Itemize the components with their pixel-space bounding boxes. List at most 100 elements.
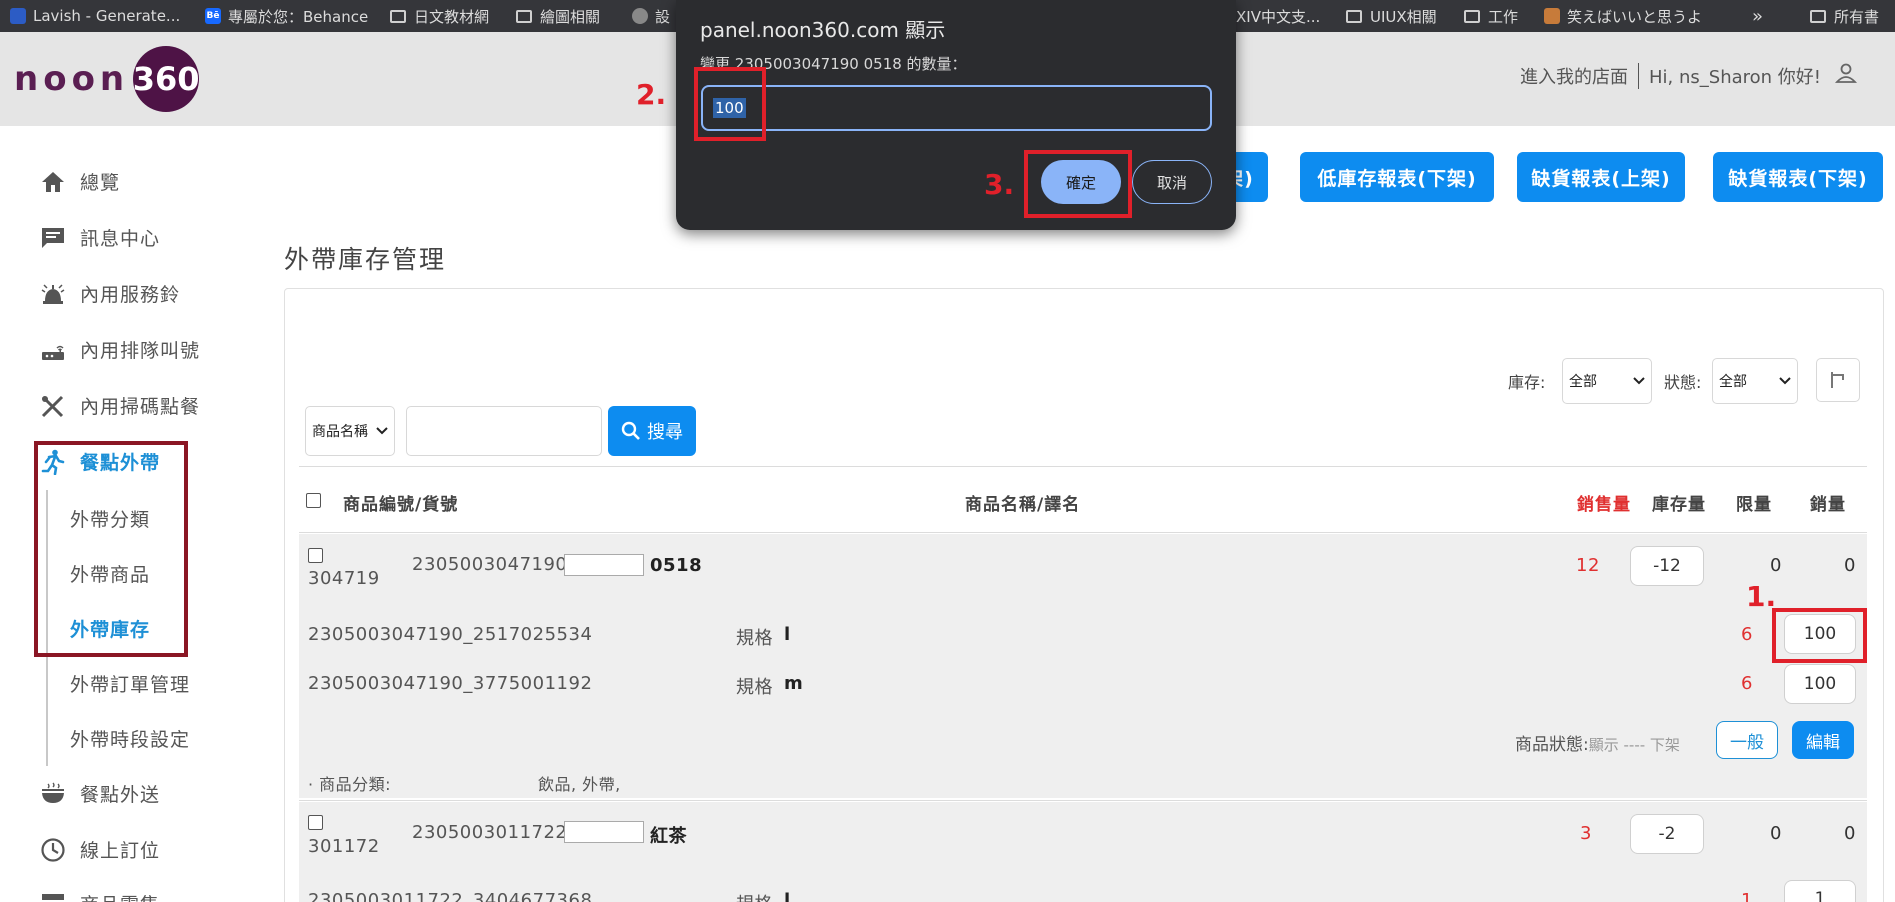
- bookmark-folder-work[interactable]: 工作: [1454, 0, 1532, 32]
- row-checkbox[interactable]: [308, 548, 323, 563]
- variant-stock-input[interactable]: 100: [1784, 664, 1856, 704]
- bookmark-folder-uiux[interactable]: UIUX相關: [1336, 0, 1451, 32]
- product-id: 301172: [308, 836, 380, 857]
- sidebar-sub-takeout-orders[interactable]: 外帶訂單管理: [70, 670, 190, 697]
- variant-spec-label: 規格: [736, 628, 773, 649]
- search-icon: [621, 421, 640, 440]
- bookmark-smile[interactable]: 笑えばいいと思うよ: [1534, 0, 1716, 32]
- out-of-stock-report-onshelf-button[interactable]: 缺貨報表(上架): [1517, 152, 1685, 202]
- lavish-icon: [10, 8, 26, 24]
- annotation-2: 2.: [636, 78, 667, 111]
- bookmark-folder-japanese[interactable]: 日文教材網: [380, 0, 503, 32]
- product-image: [564, 554, 644, 576]
- folder-icon: [1810, 9, 1826, 23]
- product-sku: 2305003047190: [412, 554, 568, 575]
- col-header-name: 商品名稱/譯名: [965, 495, 1081, 515]
- col-header-limit: 限量: [1736, 495, 1772, 515]
- product-name: 0518: [650, 555, 703, 576]
- store-icon: [42, 893, 64, 900]
- variant-spec: l: [784, 890, 791, 902]
- status-normal-button[interactable]: 一般: [1716, 721, 1778, 759]
- variant-sku: 2305003047190_3775001192: [308, 673, 593, 694]
- column-settings-button[interactable]: [1816, 358, 1860, 402]
- sidebar-item-messages[interactable]: 訊息中心: [40, 224, 160, 251]
- dialog-title: panel.noon360.com 顯示: [700, 18, 946, 42]
- edit-button[interactable]: 編輯: [1792, 721, 1854, 759]
- category-label: · 商品分類:: [308, 775, 392, 794]
- variant-sku: 2305003047190_2517025534: [308, 624, 593, 645]
- logo[interactable]: noon 360: [14, 46, 200, 112]
- home-icon: [42, 171, 64, 192]
- bookmarks-overflow-button[interactable]: »: [1742, 0, 1777, 32]
- dialog-cancel-button[interactable]: 取消: [1132, 160, 1212, 204]
- product-stock-input[interactable]: -12: [1630, 546, 1704, 586]
- bookmark-behance[interactable]: Bē 專屬於您：Behance: [195, 0, 382, 32]
- folder-icon: [516, 9, 532, 23]
- product-sku: 2305003011722: [412, 822, 568, 843]
- category-value: 飲品, 外帶,: [538, 775, 621, 794]
- behance-icon: Bē: [205, 8, 221, 24]
- select-all-checkbox[interactable]: [306, 493, 321, 508]
- sidebar-item-reservation[interactable]: 線上訂位: [40, 836, 160, 863]
- logo-number: 360: [133, 46, 200, 112]
- folder-icon: [1464, 9, 1480, 23]
- divider: [1638, 62, 1639, 89]
- sidebar-item-retail[interactable]: 商品零售: [40, 890, 160, 902]
- folder-icon: [390, 9, 406, 23]
- bookmark-lavish[interactable]: Lavish - Generate...: [0, 0, 194, 32]
- product-image: [564, 821, 644, 843]
- variant-sales: 6: [1741, 673, 1753, 694]
- utensils-icon: [41, 395, 64, 417]
- user-icon[interactable]: [1834, 62, 1858, 89]
- sidebar-sub-takeout-timeslots[interactable]: 外帶時段設定: [70, 725, 190, 752]
- emoji-icon: [1544, 8, 1560, 24]
- search-input[interactable]: [406, 406, 602, 456]
- product-status: 商品狀態:顯示 ---- 下架: [1515, 735, 1680, 755]
- col-header-sales: 銷售量: [1577, 495, 1631, 515]
- sidebar-item-queue[interactable]: 內用排隊叫號: [40, 336, 200, 363]
- clock-icon: [41, 837, 65, 862]
- product-stock-input[interactable]: -2: [1630, 814, 1704, 854]
- row-checkbox[interactable]: [308, 815, 323, 830]
- out-of-stock-report-offshelf-button[interactable]: 缺貨報表(下架): [1713, 152, 1883, 202]
- variant-stock-input[interactable]: 1: [1784, 880, 1856, 902]
- sidebar-highlight-box: [34, 441, 188, 657]
- stock-filter-select[interactable]: 全部: [1562, 358, 1652, 404]
- sidebar-item-overview[interactable]: 總覽: [40, 168, 120, 195]
- variant-spec-label: 規格: [736, 677, 773, 698]
- chevron-down-icon: [1779, 377, 1791, 385]
- product-sold: 0: [1844, 823, 1856, 844]
- search-button[interactable]: 搜尋: [608, 406, 696, 456]
- product-id: 304719: [308, 568, 380, 589]
- product-limit: 0: [1770, 555, 1782, 576]
- bookmark-xiv[interactable]: XIV中文支...: [1226, 0, 1334, 32]
- status-filter-select[interactable]: 全部: [1712, 358, 1798, 404]
- product-sold: 0: [1844, 555, 1856, 576]
- sidebar-item-qr-order[interactable]: 內用掃碼點餐: [40, 392, 200, 419]
- variant-spec: l: [784, 624, 791, 645]
- user-greeting: Hi, ns_Sharon 你好!: [1649, 66, 1821, 88]
- bookmark-design[interactable]: 設: [622, 0, 684, 32]
- annotation-box-1: [1772, 608, 1867, 663]
- chevron-down-icon: [1633, 377, 1645, 385]
- divider: [299, 532, 1867, 533]
- sidebar-item-delivery[interactable]: 餐點外送: [40, 780, 160, 807]
- annotation-3: 3.: [984, 168, 1015, 201]
- branch-icon: [1831, 372, 1844, 388]
- bowl-icon: [42, 782, 64, 803]
- col-header-sold: 銷量: [1810, 495, 1846, 515]
- product-limit: 0: [1770, 823, 1782, 844]
- page-title: 外帶庫存管理: [284, 245, 447, 274]
- store-link[interactable]: 進入我的店面: [1520, 63, 1628, 89]
- annotation-box-3: [1024, 150, 1132, 218]
- dialog-quantity-input[interactable]: 100: [701, 85, 1212, 131]
- low-stock-report-offshelf-button[interactable]: 低庫存報表(下架): [1300, 152, 1494, 202]
- divider: [299, 800, 1867, 801]
- bookmark-folder-drawing[interactable]: 繪圖相關: [506, 0, 614, 32]
- bookmark-folder-all[interactable]: 所有書: [1800, 0, 1893, 32]
- folder-icon: [1346, 9, 1362, 23]
- header-user-area: 進入我的店面 Hi, ns_Sharon 你好!: [1520, 62, 1858, 89]
- col-header-stock: 庫存量: [1652, 495, 1706, 515]
- search-field-select[interactable]: 商品名稱: [305, 406, 395, 456]
- sidebar-item-service-bell[interactable]: 內用服務鈴: [40, 280, 180, 307]
